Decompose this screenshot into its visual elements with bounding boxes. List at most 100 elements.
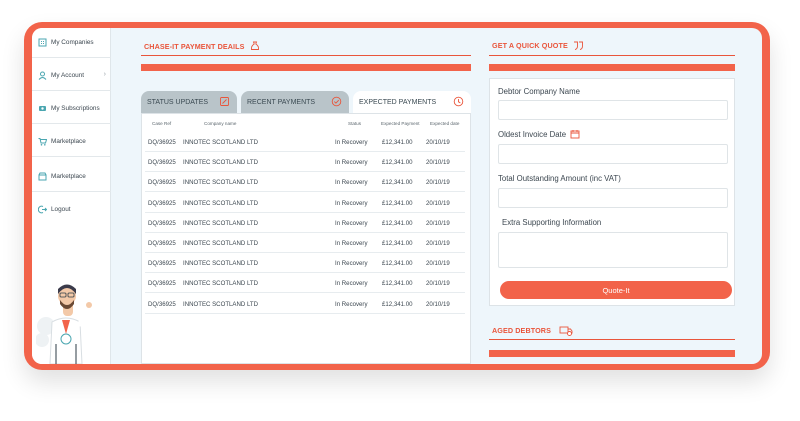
cell-status: In Recovery [335,219,368,227]
table-row[interactable]: DQ/36925 INNOTEC SCOTLAND LTD In Recovery £… [145,193,465,213]
quote-marks-icon [573,41,584,50]
chase-it-rule [141,55,471,56]
cell-status: In Recovery [335,280,368,288]
cell-case-ref: DQ/36925 [148,240,176,247]
table-header: Case Ref Company name Status Expected Pa… [142,114,470,132]
cell-status: In Recovery [335,139,368,146]
device-frame: My Companies My Account › My Subscriptio… [24,22,770,370]
sidebar-item-my-subscriptions[interactable]: My Subscriptions [32,94,111,124]
tab-expected-payments[interactable]: EXPECTED PAYMENTS [353,91,471,113]
quick-quote-bar [489,64,735,71]
chase-it-title-text: CHASE-IT PAYMENT DEAILS [144,41,245,51]
cell-status: In Recovery [335,159,368,167]
table-row[interactable]: DQ/36925 INNOTEC SCOTLAND LTD In Recovery £… [145,294,465,314]
cell-status: In Recovery [335,199,368,207]
quick-quote-title: GET A QUICK QUOTE [492,41,584,50]
cell-status: In Recovery [335,260,368,268]
chevron-right-icon: › [103,71,106,78]
aged-debtors-bar [489,350,735,357]
cell-expected-payment: £12,341.00 [382,199,413,207]
aged-debtors-title: AGED DEBTORS [492,325,573,336]
table-row[interactable]: DQ/36925 INNOTEC SCOTLAND LTD In Recovery £… [145,152,465,173]
cell-case-ref: DQ/36925 [148,260,176,268]
table-row[interactable]: DQ/36925 INNOTEC SCOTLAND LTD In Recovery £… [145,132,465,152]
logout-icon [38,205,47,214]
sidebar-item-logout[interactable]: Logout [32,194,111,224]
chase-it-bar [141,64,471,71]
sidebar-item-my-account[interactable]: My Account › [32,61,111,91]
cell-company-name: INNOTEC SCOTLAND LTD [183,219,259,227]
cell-company-name: INNOTEC SCOTLAND LTD [183,179,259,187]
cell-company-name: INNOTEC SCOTLAND LTD [183,240,259,247]
cell-case-ref: DQ/36925 [148,280,176,288]
debtor-company-input[interactable] [498,100,728,120]
table-row[interactable]: DQ/36925 INNOTEC SCOTLAND LTD In Recovery £… [145,213,465,233]
table-row[interactable]: DQ/36925 INNOTEC SCOTLAND LTD In Recovery £… [145,253,465,274]
cell-expected-payment: £12,341.00 [382,300,413,308]
cell-expected-date: 20/10/19 [426,240,450,247]
table-row[interactable]: DQ/36925 INNOTEC SCOTLAND LTD In Recovery £… [145,273,465,294]
table-row[interactable]: DQ/36925 INNOTEC SCOTLAND LTD In Recovery £… [145,172,465,193]
sidebar-item-marketplace[interactable]: Marketplace [32,127,111,157]
cell-status: In Recovery [335,179,368,187]
header-expected-payment: Expected Payment [381,121,420,126]
expected-payments-table: Case Ref Company name Status Expected Pa… [141,113,471,364]
cell-status: In Recovery [335,300,368,308]
sidebar-item-label: My Account [51,72,85,79]
sidebar-item-marketplace-2[interactable]: Marketplace [32,162,111,192]
cell-case-ref: DQ/36925 [148,219,176,227]
total-outstanding-input[interactable] [498,188,728,208]
cell-expected-date: 20/10/19 [426,139,450,146]
building-icon [38,38,47,47]
header-status: Status [348,121,362,126]
cell-case-ref: DQ/36925 [148,300,176,308]
cell-expected-payment: £12,341.00 [382,260,413,268]
cell-case-ref: DQ/36925 [148,159,176,167]
cell-expected-date: 20/10/19 [426,219,450,227]
tab-status-updates[interactable]: STATUS UPDATES [141,91,237,113]
header-case-ref: Case Ref [152,121,172,126]
cell-case-ref: DQ/36925 [148,139,176,146]
cell-status: In Recovery [335,240,368,247]
payment-tabs: STATUS UPDATES RECENT PAYMENTS EXPECTED … [141,91,471,113]
cell-case-ref: DQ/36925 [148,199,176,207]
cell-company-name: INNOTEC SCOTLAND LTD [183,260,259,268]
oldest-invoice-input[interactable] [498,144,728,164]
quote-it-button[interactable]: Quote-It [500,281,732,299]
aged-debtors-title-text: AGED DEBTORS [492,326,551,335]
table-row[interactable]: DQ/36925 INNOTEC SCOTLAND LTD In Recovery £… [145,233,465,253]
cell-expected-payment: £12,341.00 [382,179,413,187]
oldest-invoice-label-text: Oldest Invoice Date [498,129,567,139]
truck-clock-icon [559,325,573,336]
sidebar-item-label: Marketplace [51,173,86,180]
total-outstanding-label: Total Outstanding Amount (inc VAT) [498,174,621,183]
subscriptions-icon [38,104,47,113]
clock-icon [453,96,464,109]
cell-expected-payment: £12,341.00 [382,159,413,167]
header-company-name: Company name [204,121,237,126]
store-icon [38,172,47,181]
cell-expected-date: 20/10/19 [426,159,450,167]
tab-label: RECENT PAYMENTS [247,98,316,106]
cell-expected-payment: £12,341.00 [382,240,413,247]
sidebar-item-my-companies[interactable]: My Companies [32,28,111,58]
edit-note-icon [219,96,230,109]
extra-info-textarea[interactable] [498,232,728,268]
quick-quote-form: Debtor Company Name Oldest Invoice Date … [489,78,735,306]
user-icon [38,71,47,80]
oldest-invoice-label: Oldest Invoice Date [498,129,580,139]
tab-label: STATUS UPDATES [147,98,209,106]
app-screen: My Companies My Account › My Subscriptio… [32,28,762,364]
quick-quote-rule [489,55,735,56]
sidebar-item-label: My Subscriptions [51,105,100,112]
aged-debtors-rule [489,339,735,340]
cell-expected-date: 20/10/19 [426,260,450,268]
chase-it-title: CHASE-IT PAYMENT DEAILS [144,41,260,51]
cell-expected-date: 20/10/19 [426,280,450,288]
cart-icon [38,137,47,146]
calendar-icon[interactable] [570,129,580,139]
tab-recent-payments[interactable]: RECENT PAYMENTS [241,91,349,113]
money-bag-icon [250,41,260,51]
sidebar-item-label: Marketplace [51,138,86,145]
debtor-company-label: Debtor Company Name [498,87,580,96]
